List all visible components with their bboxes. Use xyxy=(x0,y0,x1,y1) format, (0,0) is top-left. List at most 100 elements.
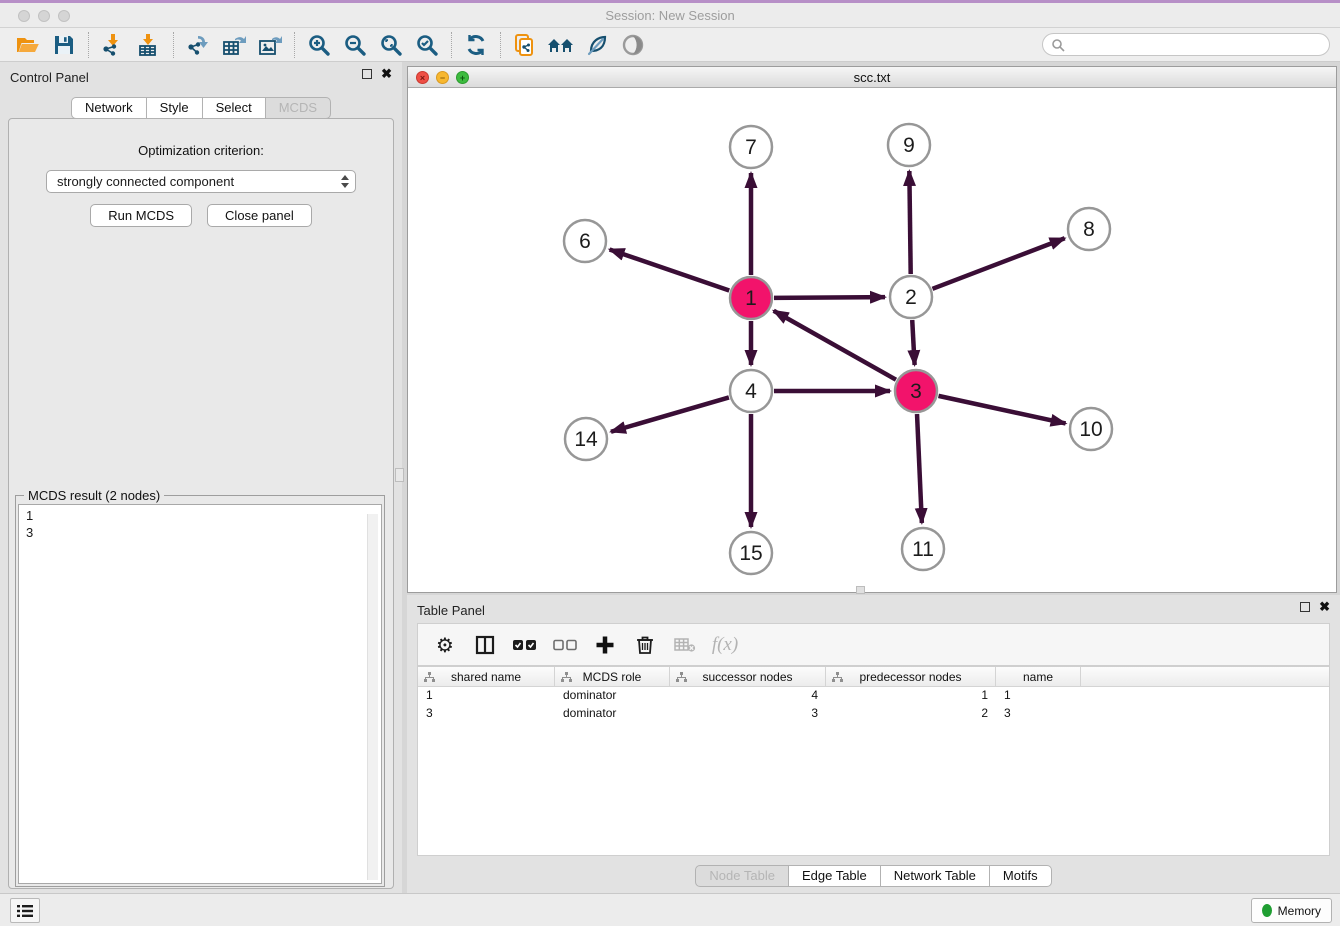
graph-node-9[interactable]: 9 xyxy=(888,124,930,166)
table-toolbar: ⚙ f(x) xyxy=(417,623,1330,666)
svg-text:14: 14 xyxy=(574,428,598,451)
export-network-button[interactable] xyxy=(180,30,216,60)
zoom-in-button[interactable] xyxy=(301,30,337,60)
mcds-result-text[interactable]: 1 3 xyxy=(18,504,382,884)
search-box[interactable] xyxy=(1042,33,1330,56)
tab-mcds[interactable]: MCDS xyxy=(265,97,331,119)
cell-shared-name[interactable]: 3 xyxy=(418,705,555,723)
table-settings-button[interactable]: ⚙ xyxy=(428,628,462,662)
graph-edge-3-1[interactable] xyxy=(774,311,896,380)
style-preview-button[interactable] xyxy=(579,30,615,60)
column-header-predecessor-nodes[interactable]: predecessor nodes xyxy=(826,667,996,686)
import-table-button[interactable] xyxy=(131,30,167,60)
add-row-button[interactable] xyxy=(588,628,622,662)
graph-node-6[interactable]: 6 xyxy=(564,220,606,262)
zoom-out-button[interactable] xyxy=(337,30,373,60)
graph-edge-2-8[interactable] xyxy=(932,238,1064,289)
graph-node-7[interactable]: 7 xyxy=(730,126,772,168)
column-header-mcds-role[interactable]: MCDS role xyxy=(555,667,670,686)
column-header-name[interactable]: name xyxy=(996,667,1081,686)
network-canvas[interactable]: 7 9 6 8 1 2 4 3 14 10 15 11 xyxy=(408,88,1336,592)
zoom-fit-button[interactable] xyxy=(373,30,409,60)
graph-node-3[interactable]: 3 xyxy=(895,370,937,412)
graph-edge-3-10[interactable] xyxy=(938,396,1065,424)
hierarchy-icon xyxy=(832,672,843,683)
horizontal-splitter-handle[interactable] xyxy=(856,586,865,594)
search-input[interactable] xyxy=(1070,38,1321,52)
graph-edge-3-11[interactable] xyxy=(917,414,922,523)
toolbar-separator xyxy=(88,32,89,58)
graph-edge-1-2[interactable] xyxy=(774,297,885,298)
delete-table-button[interactable] xyxy=(668,628,702,662)
network-graph[interactable]: 7 9 6 8 1 2 4 3 14 10 15 11 xyxy=(408,88,1336,592)
copy-network-button[interactable] xyxy=(507,30,543,60)
save-icon xyxy=(53,34,75,56)
graph-edge-1-6[interactable] xyxy=(610,249,730,290)
cell-name[interactable]: 3 xyxy=(996,705,1081,723)
tab-select[interactable]: Select xyxy=(202,97,266,119)
graph-node-2[interactable]: 2 xyxy=(890,276,932,318)
deselect-all-button[interactable] xyxy=(548,628,582,662)
result-scrollbar[interactable] xyxy=(367,514,378,880)
column-header-shared-name[interactable]: shared name xyxy=(418,667,555,686)
cell-predecessor-nodes[interactable]: 2 xyxy=(826,705,996,723)
graph-node-1[interactable]: 1 xyxy=(730,277,772,319)
columns-button[interactable] xyxy=(468,628,502,662)
float-panel-icon[interactable] xyxy=(1300,602,1310,612)
network-window-title: scc.txt xyxy=(408,70,1336,85)
close-panel-button[interactable]: Close panel xyxy=(207,204,312,227)
open-file-button[interactable] xyxy=(10,30,46,60)
tab-network[interactable]: Network xyxy=(71,97,147,119)
cell-mcds-role[interactable]: dominator xyxy=(555,687,670,705)
import-network-button[interactable] xyxy=(95,30,131,60)
graph-edge-4-14[interactable] xyxy=(611,397,729,431)
home-button[interactable] xyxy=(543,30,579,60)
float-panel-icon[interactable] xyxy=(362,69,372,79)
search-icon xyxy=(1051,38,1065,52)
export-image-button[interactable] xyxy=(252,30,288,60)
graph-node-15[interactable]: 15 xyxy=(730,532,772,574)
contrast-button[interactable] xyxy=(615,30,651,60)
column-label: predecessor nodes xyxy=(859,670,961,684)
cell-name[interactable]: 1 xyxy=(996,687,1081,705)
table-row[interactable]: 1 dominator 4 1 1 xyxy=(418,687,1329,705)
function-builder-button[interactable]: f(x) xyxy=(708,628,742,662)
cell-successor-nodes[interactable]: 4 xyxy=(670,687,826,705)
graph-node-10[interactable]: 10 xyxy=(1070,408,1112,450)
tab-motifs[interactable]: Motifs xyxy=(989,865,1052,887)
graph-edge-2-9[interactable] xyxy=(909,171,910,274)
export-table-button[interactable] xyxy=(216,30,252,60)
svg-text:10: 10 xyxy=(1079,418,1102,441)
cell-mcds-role[interactable]: dominator xyxy=(555,705,670,723)
graph-edge-2-3[interactable] xyxy=(912,320,914,365)
memory-button[interactable]: Memory xyxy=(1251,898,1332,923)
graph-node-4[interactable]: 4 xyxy=(730,370,772,412)
graph-node-11[interactable]: 11 xyxy=(902,528,944,570)
select-all-button[interactable] xyxy=(508,628,542,662)
tab-node-table[interactable]: Node Table xyxy=(695,865,789,887)
toolbar-separator xyxy=(500,32,501,58)
table-row[interactable]: 3 dominator 3 2 3 xyxy=(418,705,1329,723)
tab-network-table[interactable]: Network Table xyxy=(880,865,990,887)
refresh-button[interactable] xyxy=(458,30,494,60)
run-mcds-button[interactable]: Run MCDS xyxy=(90,204,192,227)
tab-style[interactable]: Style xyxy=(146,97,203,119)
graph-node-14[interactable]: 14 xyxy=(565,418,607,460)
close-panel-icon[interactable]: ✖ xyxy=(1319,602,1330,612)
application-window: Session: New Session xyxy=(0,0,1340,926)
graph-node-8[interactable]: 8 xyxy=(1068,208,1110,250)
task-history-button[interactable] xyxy=(10,898,40,923)
control-panel-header: Control Panel ✖ xyxy=(0,62,402,88)
cell-predecessor-nodes[interactable]: 1 xyxy=(826,687,996,705)
zoom-selected-button[interactable] xyxy=(409,30,445,60)
delete-row-button[interactable] xyxy=(628,628,662,662)
cell-successor-nodes[interactable]: 3 xyxy=(670,705,826,723)
node-table[interactable]: shared name MCDS role successor nodes pr… xyxy=(417,666,1330,856)
save-session-button[interactable] xyxy=(46,30,82,60)
tab-edge-table[interactable]: Edge Table xyxy=(788,865,881,887)
column-header-successor-nodes[interactable]: successor nodes xyxy=(670,667,826,686)
vertical-splitter-handle[interactable] xyxy=(395,468,404,482)
cell-shared-name[interactable]: 1 xyxy=(418,687,555,705)
close-panel-icon[interactable]: ✖ xyxy=(381,69,392,79)
criterion-select[interactable]: strongly connected component xyxy=(46,170,356,193)
